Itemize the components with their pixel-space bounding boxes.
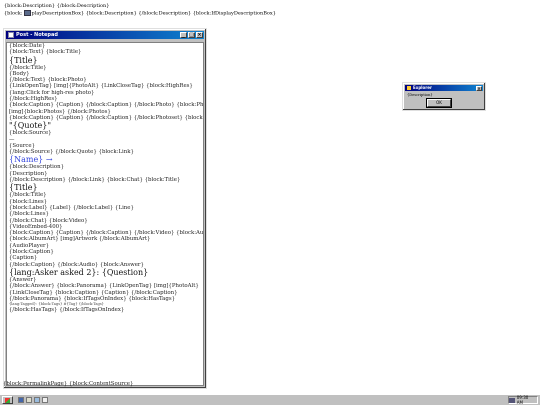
maximize-button[interactable]: □ <box>188 32 195 38</box>
notepad-line: {/block:Answer} {block:Panorama} {LinkOp… <box>9 283 199 290</box>
explorer-titlebar[interactable]: Explorer × <box>405 85 483 91</box>
clock: 09:30 AM <box>516 395 529 405</box>
ok-button[interactable]: OK <box>426 98 452 108</box>
explorer-message: {Description} <box>407 93 433 97</box>
page-text-line-2-suffix: playDescriptionBox} {block:Description} … <box>31 10 276 17</box>
notepad-line: {LinkCloseTag} {block:Caption} {Caption}… <box>9 289 178 296</box>
notepad-line: "{Quote}" <box>9 121 52 131</box>
notepad-taskbar-icon[interactable] <box>42 397 48 403</box>
notepad-text-area[interactable]: {block:Date} {block:Text} {block:Title} {T… <box>6 42 204 386</box>
desktop-icon[interactable] <box>34 397 40 403</box>
notepad-line: {LinkOpenTag} [img]{PhotoAlt} {LinkClose… <box>9 83 193 90</box>
minimize-button[interactable]: _ <box>180 32 187 38</box>
network-icon[interactable] <box>509 397 515 403</box>
explorer-close-button[interactable]: × <box>476 85 482 91</box>
notepad-line: {/block:Description} {/block:Link} {bloc… <box>9 177 181 184</box>
explorer-title: Explorer <box>413 85 432 90</box>
notepad-line: {/block:HasTags} {/block:IfTagsOnIndex} <box>9 307 125 314</box>
overflow-line: {block:PermalinkPage} {block:ContentSour… <box>3 381 134 387</box>
outlook-icon[interactable] <box>26 397 32 403</box>
notepad-titlebar[interactable]: Post - Notepad _ □ × <box>6 31 204 39</box>
page-text-line-2-prefix: {block: <box>4 10 23 17</box>
windows-logo-icon <box>5 397 10 403</box>
close-button[interactable]: × <box>196 32 203 38</box>
notepad-app-icon <box>8 32 14 38</box>
taskbar: 09:30 AM <box>0 394 540 405</box>
internet-explorer-icon[interactable] <box>18 397 24 403</box>
quick-launch <box>18 397 48 403</box>
notepad-line: {Title} <box>9 183 38 193</box>
page-text-line-1: {block:Description} {/block:Description} <box>4 3 110 9</box>
broken-image-icon <box>23 10 31 16</box>
notepad-window[interactable]: Post - Notepad _ □ × {block:Date} {block:… <box>3 28 207 389</box>
notepad-line: {lang:Asker asked 2}: {Question} <box>9 267 149 277</box>
notepad-title: Post - Notepad <box>16 32 58 38</box>
start-button[interactable] <box>2 396 13 404</box>
system-tray: 09:30 AM <box>508 395 538 405</box>
notepad-line: {block:Caption} {Caption} {/block:Captio… <box>9 102 204 109</box>
explorer-dialog[interactable]: Explorer × {Description} OK <box>402 82 486 111</box>
notepad-line: {Title} <box>9 55 38 65</box>
explorer-app-icon <box>407 86 411 90</box>
notepad-line: {Name} → <box>9 155 53 165</box>
page-text-line-2: {block: playDescriptionBox} {block:Descri… <box>4 10 276 17</box>
